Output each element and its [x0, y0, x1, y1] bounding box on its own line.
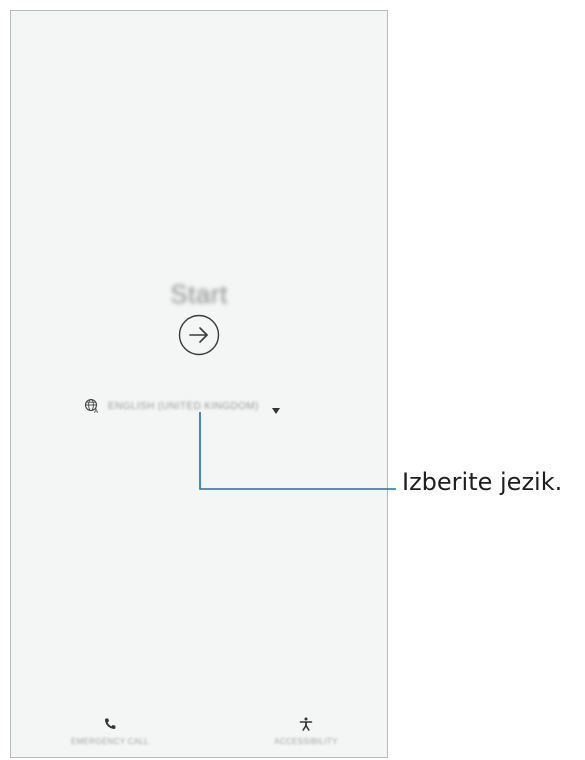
emergency-call-label: EMERGENCY CALL: [71, 737, 149, 746]
start-next-button[interactable]: [178, 314, 220, 356]
language-label: ENGLISH (UNITED KINGDOM): [108, 400, 259, 412]
svg-text:A: A: [94, 408, 99, 414]
accessibility-button[interactable]: ACCESSIBILITY: [241, 717, 371, 753]
phone-icon: [103, 717, 117, 731]
triangle-down-icon: [271, 402, 281, 414]
start-title: Start: [170, 279, 228, 309]
arrow-right-circle-icon: [178, 314, 220, 356]
globe-icon: A: [84, 398, 100, 415]
callout-label: Izberite jezik.: [402, 468, 563, 496]
manual-figure: Start A ENGLISH (UNITED KINGDOM) EMERGEN…: [0, 0, 585, 760]
accessibility-label: ACCESSIBILITY: [274, 737, 338, 746]
phone-screen: Start A ENGLISH (UNITED KINGDOM) EMERGEN…: [10, 10, 388, 758]
emergency-call-button[interactable]: EMERGENCY CALL: [45, 717, 175, 753]
language-selector[interactable]: A ENGLISH (UNITED KINGDOM): [84, 396, 281, 416]
accessibility-icon: [299, 717, 313, 731]
